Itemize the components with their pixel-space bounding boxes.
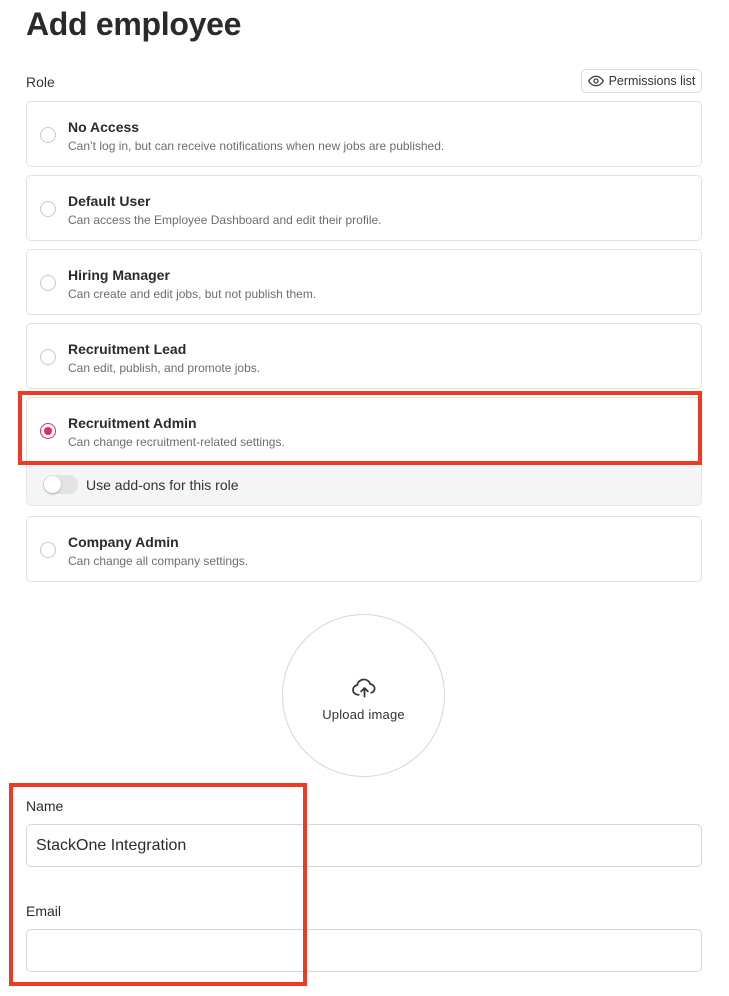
- role-option-default-user[interactable]: Default User Can access the Employee Das…: [26, 175, 702, 241]
- role-option-no-access[interactable]: No Access Can’t log in, but can receive …: [26, 101, 702, 167]
- page-title: Add employee: [26, 6, 242, 42]
- radio-button[interactable]: [40, 542, 56, 558]
- role-option-hiring-manager[interactable]: Hiring Manager Can create and edit jobs,…: [26, 249, 702, 315]
- role-option-company-admin[interactable]: Company Admin Can change all company set…: [26, 516, 702, 582]
- radio-button[interactable]: [40, 349, 56, 365]
- toggle-knob: [44, 476, 61, 493]
- upload-image-label: Upload image: [322, 707, 405, 722]
- radio-button[interactable]: [40, 127, 56, 143]
- addons-toggle[interactable]: [43, 475, 78, 494]
- email-label: Email: [26, 903, 62, 919]
- role-description: Can create and edit jobs, but not publis…: [68, 287, 317, 301]
- role-title: Default User: [68, 193, 151, 209]
- addons-label: Use add-ons for this role: [86, 477, 239, 493]
- role-description: Can access the Employee Dashboard and ed…: [68, 213, 382, 227]
- role-label: Role: [26, 74, 55, 90]
- role-description: Can’t log in, but can receive notificati…: [68, 139, 445, 153]
- role-description: Can change all company settings.: [68, 554, 249, 568]
- role-title: Recruitment Admin: [68, 415, 197, 431]
- name-input[interactable]: [26, 824, 702, 867]
- role-description: Can change recruitment-related settings.: [68, 435, 285, 449]
- radio-button[interactable]: [40, 201, 56, 217]
- email-input[interactable]: [26, 929, 702, 972]
- addons-row: Use add-ons for this role: [26, 463, 702, 506]
- eye-icon: [587, 75, 604, 87]
- upload-image-button[interactable]: Upload image: [282, 614, 445, 777]
- radio-button[interactable]: [40, 275, 56, 291]
- role-title: Company Admin: [68, 534, 179, 550]
- role-title: No Access: [68, 119, 140, 135]
- role-description: Can edit, publish, and promote jobs.: [68, 361, 261, 375]
- name-label: Name: [26, 798, 64, 814]
- radio-button-selected[interactable]: [40, 423, 56, 439]
- role-title: Recruitment Lead: [68, 341, 187, 357]
- role-option-recruitment-lead[interactable]: Recruitment Lead Can edit, publish, and …: [26, 323, 702, 389]
- cloud-upload-icon: [352, 678, 376, 698]
- permissions-list-button[interactable]: Permissions list: [581, 69, 702, 93]
- role-title: Hiring Manager: [68, 267, 170, 283]
- permissions-list-label: Permissions list: [608, 74, 696, 88]
- role-option-recruitment-admin[interactable]: Recruitment Admin Can change recruitment…: [26, 397, 702, 463]
